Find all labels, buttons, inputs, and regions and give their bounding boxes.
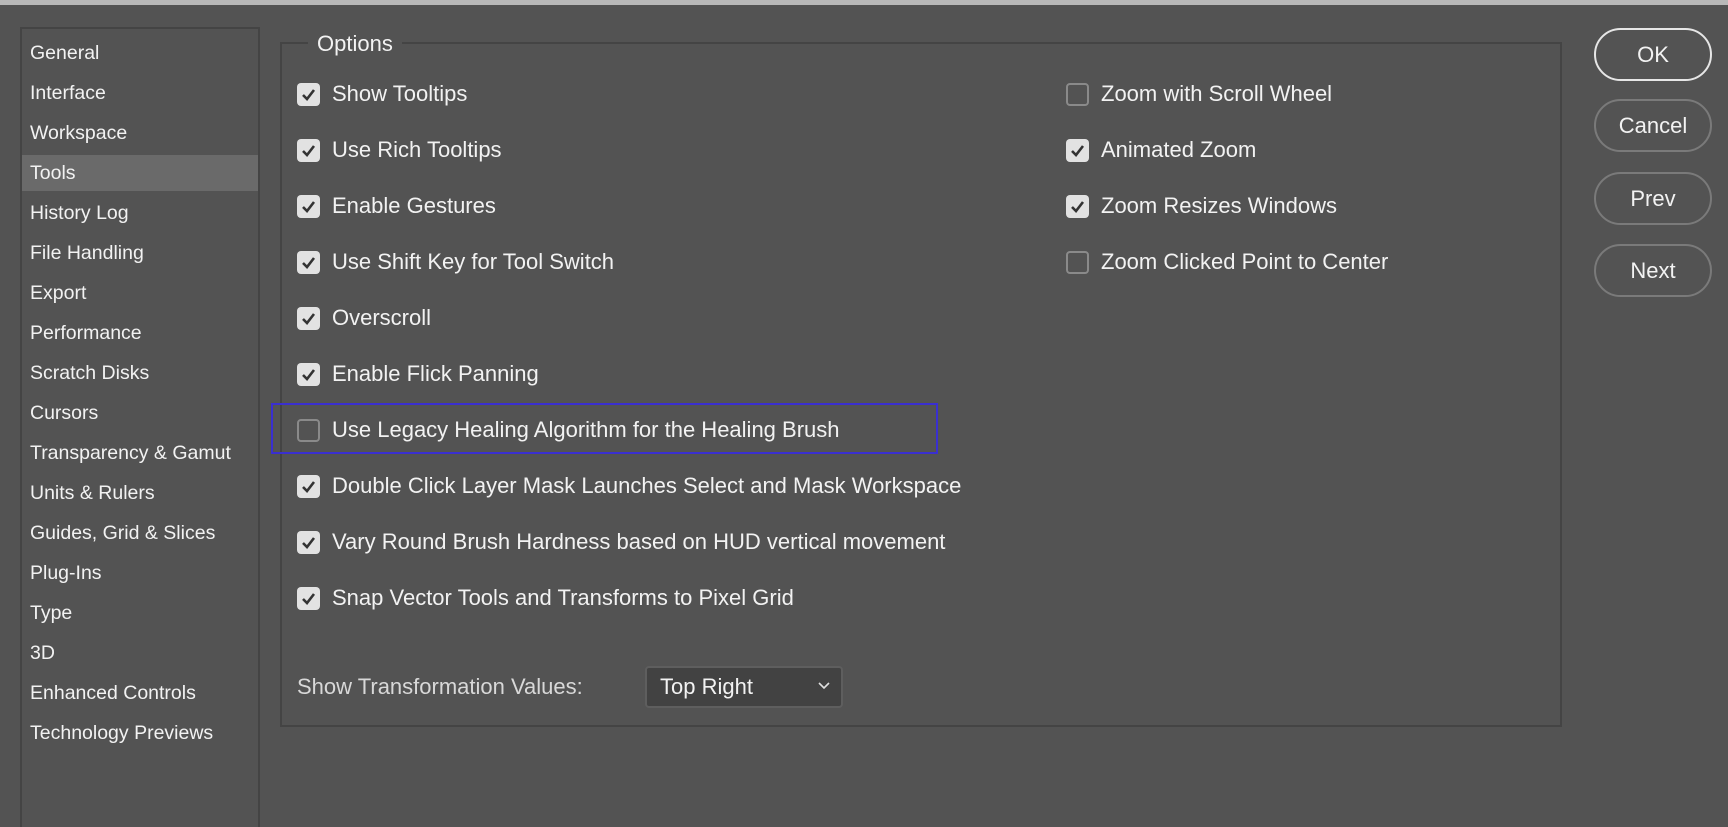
checkbox-checked[interactable] (297, 586, 320, 610)
sidebar-item-type[interactable]: Type (22, 595, 258, 631)
checkbox-unchecked[interactable] (1066, 82, 1089, 106)
option-use-rich-tooltips[interactable]: Use Rich Tooltips (297, 135, 502, 165)
select-value: Top Right (660, 674, 753, 699)
cancel-button[interactable]: Cancel (1594, 99, 1712, 152)
option-label: Vary Round Brush Hardness based on HUD v… (332, 529, 946, 554)
preferences-sidebar: General Interface Workspace Tools History Lo… (20, 27, 260, 827)
sidebar-item-performance[interactable]: Performance (22, 315, 258, 351)
option-label: Snap Vector Tools and Transforms to Pixe… (332, 585, 794, 610)
option-label: Use Rich Tooltips (332, 137, 502, 162)
option-label: Enable Gestures (332, 193, 496, 218)
option-enable-gestures[interactable]: Enable Gestures (297, 191, 496, 221)
checkbox-checked[interactable] (297, 194, 320, 218)
option-use-shift-key-for-tool-switch[interactable]: Use Shift Key for Tool Switch (297, 247, 614, 277)
checkbox-unchecked[interactable] (1066, 250, 1089, 274)
option-label: Use Shift Key for Tool Switch (332, 249, 615, 274)
option-enable-flick-panning[interactable]: Enable Flick Panning (297, 359, 539, 389)
sidebar-item-cursors[interactable]: Cursors (22, 395, 258, 431)
option-zoom-with-scroll-wheel[interactable]: Zoom with Scroll Wheel (1066, 79, 1332, 109)
checkbox-checked[interactable] (297, 306, 320, 330)
checkmark-icon (302, 592, 316, 605)
sidebar-item-tools[interactable]: Tools (22, 155, 258, 191)
checkbox-checked[interactable] (297, 362, 320, 386)
option-label: Zoom with Scroll Wheel (1101, 81, 1333, 106)
checkbox-checked[interactable] (297, 82, 320, 106)
checkmark-icon (302, 88, 316, 101)
option-label: Use Legacy Healing Algorithm for the Hea… (332, 417, 840, 442)
transformation-values-select[interactable]: Top Right (645, 666, 843, 708)
sidebar-item-export[interactable]: Export (22, 275, 258, 311)
option-label: Show Tooltips (332, 81, 468, 106)
sidebar-item-history-log[interactable]: History Log (22, 195, 258, 231)
option-label: Zoom Clicked Point to Center (1101, 249, 1389, 274)
options-title: Options (308, 30, 402, 58)
sidebar-item-units-rulers[interactable]: Units & Rulers (22, 475, 258, 511)
option-animated-zoom[interactable]: Animated Zoom (1066, 135, 1256, 165)
sidebar-item-guides-grid-slices[interactable]: Guides, Grid & Slices (22, 515, 258, 551)
checkbox-checked[interactable] (1066, 194, 1089, 218)
checkmark-icon (1071, 200, 1085, 213)
transformation-values-label: Show Transformation Values: (297, 674, 583, 699)
checkbox-checked[interactable] (297, 530, 320, 554)
checkmark-icon (302, 256, 316, 269)
option-double-click-layer-mask-launches-select-and-mask-workspace[interactable]: Double Click Layer Mask Launches Select … (297, 471, 961, 501)
checkmark-icon (302, 200, 316, 213)
sidebar-item-transparency-gamut[interactable]: Transparency & Gamut (22, 435, 258, 471)
checkbox-checked[interactable] (297, 474, 320, 498)
option-snap-vector-tools-and-transforms-to-pixel-grid[interactable]: Snap Vector Tools and Transforms to Pixe… (297, 583, 794, 613)
next-button[interactable]: Next (1594, 244, 1712, 297)
option-label: Animated Zoom (1101, 137, 1257, 162)
ok-button[interactable]: OK (1594, 28, 1712, 81)
checkbox-unchecked[interactable] (297, 418, 320, 442)
option-label: Zoom Resizes Windows (1101, 193, 1337, 218)
sidebar-item-plug-ins[interactable]: Plug-Ins (22, 555, 258, 591)
option-use-legacy-healing-algorithm-for-the-healing-brush[interactable]: Use Legacy Healing Algorithm for the Hea… (297, 415, 840, 445)
option-zoom-clicked-point-to-center[interactable]: Zoom Clicked Point to Center (1066, 247, 1388, 277)
checkmark-icon (302, 480, 316, 493)
checkmark-icon (302, 368, 316, 381)
option-vary-round-brush-hardness-based-on-hud-vertical-movement[interactable]: Vary Round Brush Hardness based on HUD v… (297, 527, 945, 557)
option-label: Overscroll (332, 305, 432, 330)
checkbox-checked[interactable] (1066, 138, 1089, 162)
option-overscroll[interactable]: Overscroll (297, 303, 431, 333)
option-label: Double Click Layer Mask Launches Select … (332, 473, 962, 498)
sidebar-item-workspace[interactable]: Workspace (22, 115, 258, 151)
window-top-edge (0, 0, 1728, 5)
checkmark-icon (302, 144, 316, 157)
prev-button[interactable]: Prev (1594, 172, 1712, 225)
option-zoom-resizes-windows[interactable]: Zoom Resizes Windows (1066, 191, 1337, 221)
option-label: Enable Flick Panning (332, 361, 539, 386)
checkmark-icon (302, 536, 316, 549)
sidebar-item-general[interactable]: General (22, 35, 258, 71)
sidebar-item-enhanced-controls[interactable]: Enhanced Controls (22, 675, 258, 711)
sidebar-item-scratch-disks[interactable]: Scratch Disks (22, 355, 258, 391)
checkbox-checked[interactable] (297, 138, 320, 162)
option-show-tooltips[interactable]: Show Tooltips (297, 79, 467, 109)
sidebar-item-interface[interactable]: Interface (22, 75, 258, 111)
sidebar-item-file-handling[interactable]: File Handling (22, 235, 258, 271)
sidebar-item-technology-previews[interactable]: Technology Previews (22, 715, 258, 751)
checkbox-checked[interactable] (297, 250, 320, 274)
chevron-down-icon (818, 682, 830, 690)
checkmark-icon (302, 312, 316, 325)
checkmark-icon (1071, 144, 1085, 157)
sidebar-item-3d[interactable]: 3D (22, 635, 258, 671)
